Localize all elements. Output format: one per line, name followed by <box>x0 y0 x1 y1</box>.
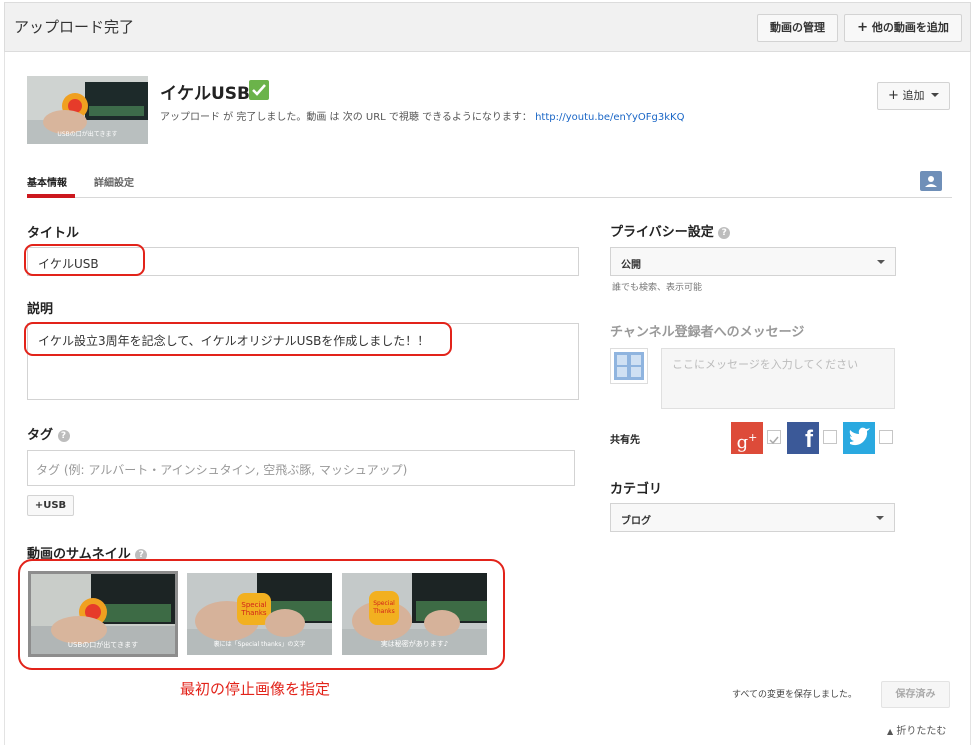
collapse-link-label: 折りたたむ <box>896 726 947 737</box>
help-icon[interactable]: ? <box>718 227 731 239</box>
video-thumbnail-caption: USBの口が出てきます <box>57 131 118 138</box>
twitter-checkbox[interactable] <box>879 430 893 444</box>
privacy-label: プライバシー設定 ? <box>610 221 731 240</box>
annotation-text: 最初の停止画像を指定 <box>180 680 331 698</box>
video-url-link[interactable]: http://youtu.be/enYyOFg3kKQ <box>535 112 684 123</box>
save-status: すべての変更を保存しました。 <box>732 690 858 700</box>
upload-icon[interactable] <box>920 171 942 191</box>
tab-divider <box>27 197 952 198</box>
add-to-label: 追加 <box>902 89 925 102</box>
collapse-link[interactable]: ▲ 折りたたむ <box>887 722 946 737</box>
facebook-checkbox[interactable] <box>823 430 837 444</box>
message-input[interactable]: ここにメッセージを入力してください <box>661 348 895 409</box>
tags-label: タグ ? <box>27 424 70 443</box>
add-more-videos-button[interactable]: + 他の動画を追加 <box>844 14 962 42</box>
triangle-up-icon: ▲ <box>887 727 894 736</box>
plus-icon: + <box>888 88 899 103</box>
upload-complete-message: アップロード が 完了しました。動画 は 次の URL で視聴 できるようになり… <box>160 108 684 123</box>
chevron-down-icon <box>930 93 939 97</box>
twitter-icon[interactable] <box>843 422 875 454</box>
tag-suggestion-usb[interactable]: +USB <box>27 495 74 516</box>
channel-avatar <box>610 348 648 384</box>
tags-label-text: タグ <box>27 428 54 443</box>
video-title: イケルUSB <box>160 84 251 104</box>
upload-message-text: アップロード が 完了しました。動画 は 次の URL で視聴 できるようになり… <box>160 112 532 123</box>
chevron-down-icon <box>877 260 885 264</box>
google-plus-checkbox[interactable] <box>767 430 781 445</box>
tags-input-placeholder: タグ (例: アルバート・アインシュタイン, 空飛ぶ豚, マッシュアップ) <box>36 463 408 477</box>
message-input-placeholder: ここにメッセージを入力してください <box>672 358 859 371</box>
page-title: アップロード完了 <box>14 18 135 36</box>
description-label: 説明 <box>27 302 54 317</box>
privacy-hint: 誰でも検索、表示可能 <box>612 283 703 293</box>
add-to-button[interactable]: + 追加 <box>877 82 950 110</box>
tags-input[interactable]: タグ (例: アルバート・アインシュタイン, 空飛ぶ豚, マッシュアップ) <box>27 450 575 486</box>
share-label: 共有先 <box>610 435 640 446</box>
tab-advanced-settings[interactable]: 詳細設定 <box>94 174 134 189</box>
tab-basic-info[interactable]: 基本情報 <box>27 174 67 189</box>
active-tab-indicator <box>27 194 75 198</box>
category-label: カテゴリ <box>610 482 663 497</box>
check-icon <box>249 80 269 100</box>
google-plus-icon[interactable]: g+ <box>731 422 763 454</box>
title-label: タイトル <box>27 226 80 241</box>
title-highlight-oval <box>24 244 145 276</box>
category-select[interactable]: ブログ <box>610 503 895 532</box>
video-thumbnail: USBの口が出てきます <box>27 76 148 144</box>
saved-button[interactable]: 保存済み <box>881 681 950 708</box>
privacy-select-value: 公開 <box>621 260 641 271</box>
message-label: チャンネル登録者へのメッセージ <box>610 325 805 340</box>
help-icon[interactable]: ? <box>57 430 70 442</box>
description-highlight-oval <box>24 322 452 356</box>
privacy-label-text: プライバシー設定 <box>610 225 714 240</box>
chevron-down-icon <box>876 516 884 520</box>
plus-icon: + <box>857 20 869 35</box>
facebook-icon[interactable]: f <box>787 422 819 454</box>
category-select-value: ブログ <box>621 516 651 527</box>
thumbnails-highlight-oval <box>18 559 505 670</box>
manage-videos-button[interactable]: 動画の管理 <box>757 14 838 42</box>
add-more-label: 他の動画を追加 <box>871 21 949 34</box>
privacy-select[interactable]: 公開 <box>610 247 896 276</box>
